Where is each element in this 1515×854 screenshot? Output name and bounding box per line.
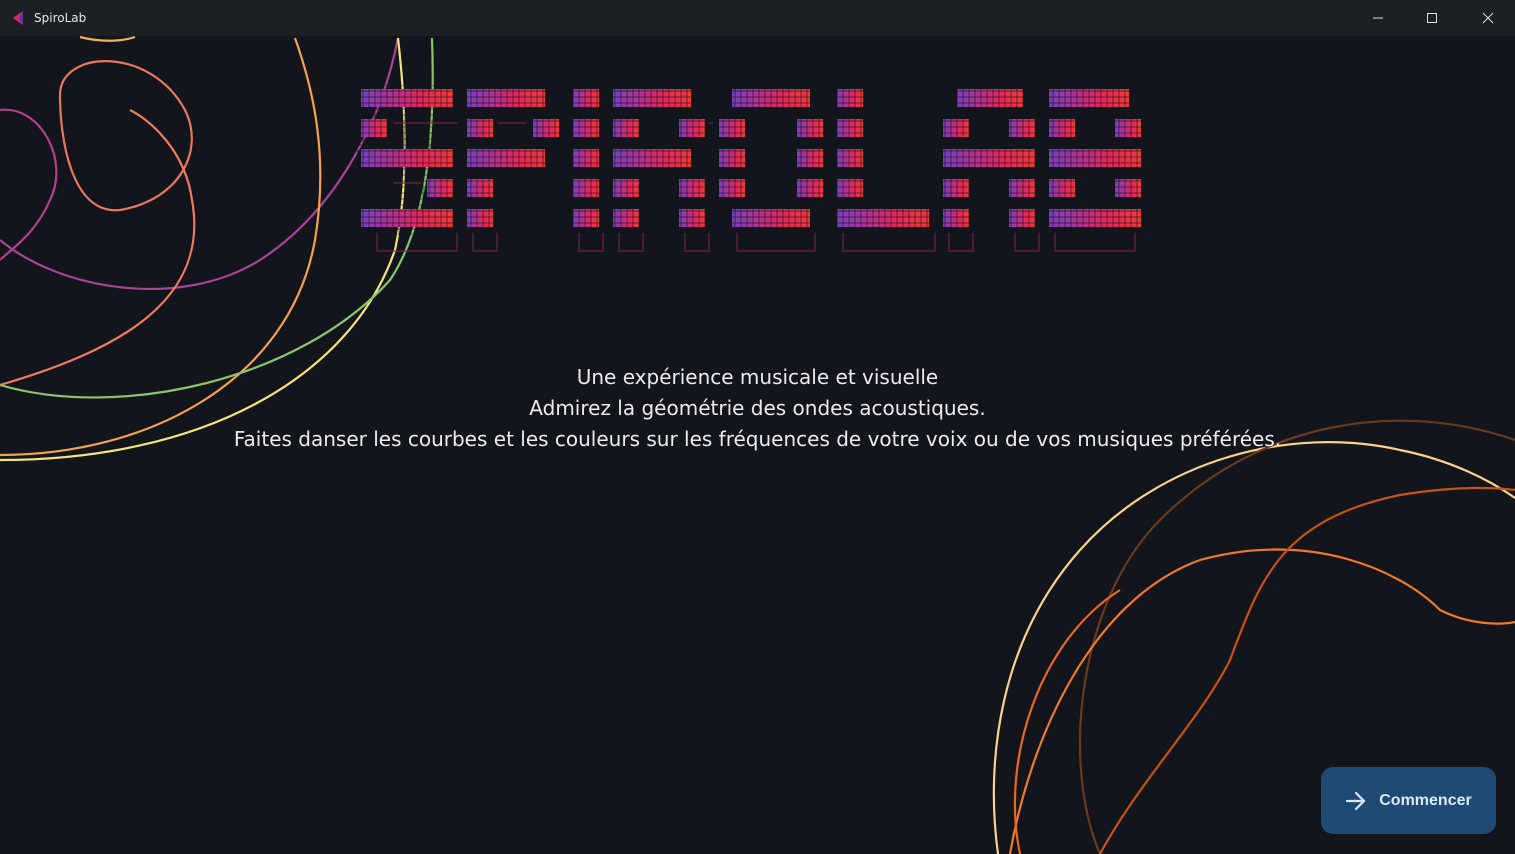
tagline: Une expérience musicale et visuelle Admi… bbox=[0, 362, 1515, 455]
minimize-icon bbox=[1373, 17, 1383, 19]
maximize-icon bbox=[1427, 13, 1437, 23]
close-icon bbox=[1482, 12, 1494, 24]
spiro-curve bbox=[58, 60, 193, 212]
minimize-button[interactable] bbox=[1351, 0, 1405, 36]
title-bar[interactable]: SpiroLab bbox=[0, 0, 1515, 36]
spiro-curve bbox=[0, 108, 58, 261]
maximize-button[interactable] bbox=[1405, 0, 1459, 36]
app-window: SpiroLab Une expérience musicale et visu… bbox=[0, 0, 1515, 854]
tagline-line-1: Une expérience musicale et visuelle bbox=[576, 365, 939, 389]
spiro-curve bbox=[0, 37, 400, 291]
spirolab-logo-icon bbox=[13, 11, 23, 25]
close-button[interactable] bbox=[1461, 0, 1515, 36]
spiro-curve bbox=[0, 109, 196, 387]
start-button-label: Commencer bbox=[1379, 791, 1472, 809]
window-title: SpiroLab bbox=[34, 11, 87, 25]
tagline-line-2: Admirez la géométrie des ondes acoustiqu… bbox=[529, 396, 986, 420]
start-button[interactable]: Commencer bbox=[1321, 767, 1496, 834]
tagline-line-3: Faites danser les courbes et les couleur… bbox=[233, 427, 1282, 451]
spirolab-logo bbox=[357, 85, 1157, 252]
spiro-curve bbox=[79, 36, 136, 42]
arrow-right-icon bbox=[1346, 791, 1366, 810]
